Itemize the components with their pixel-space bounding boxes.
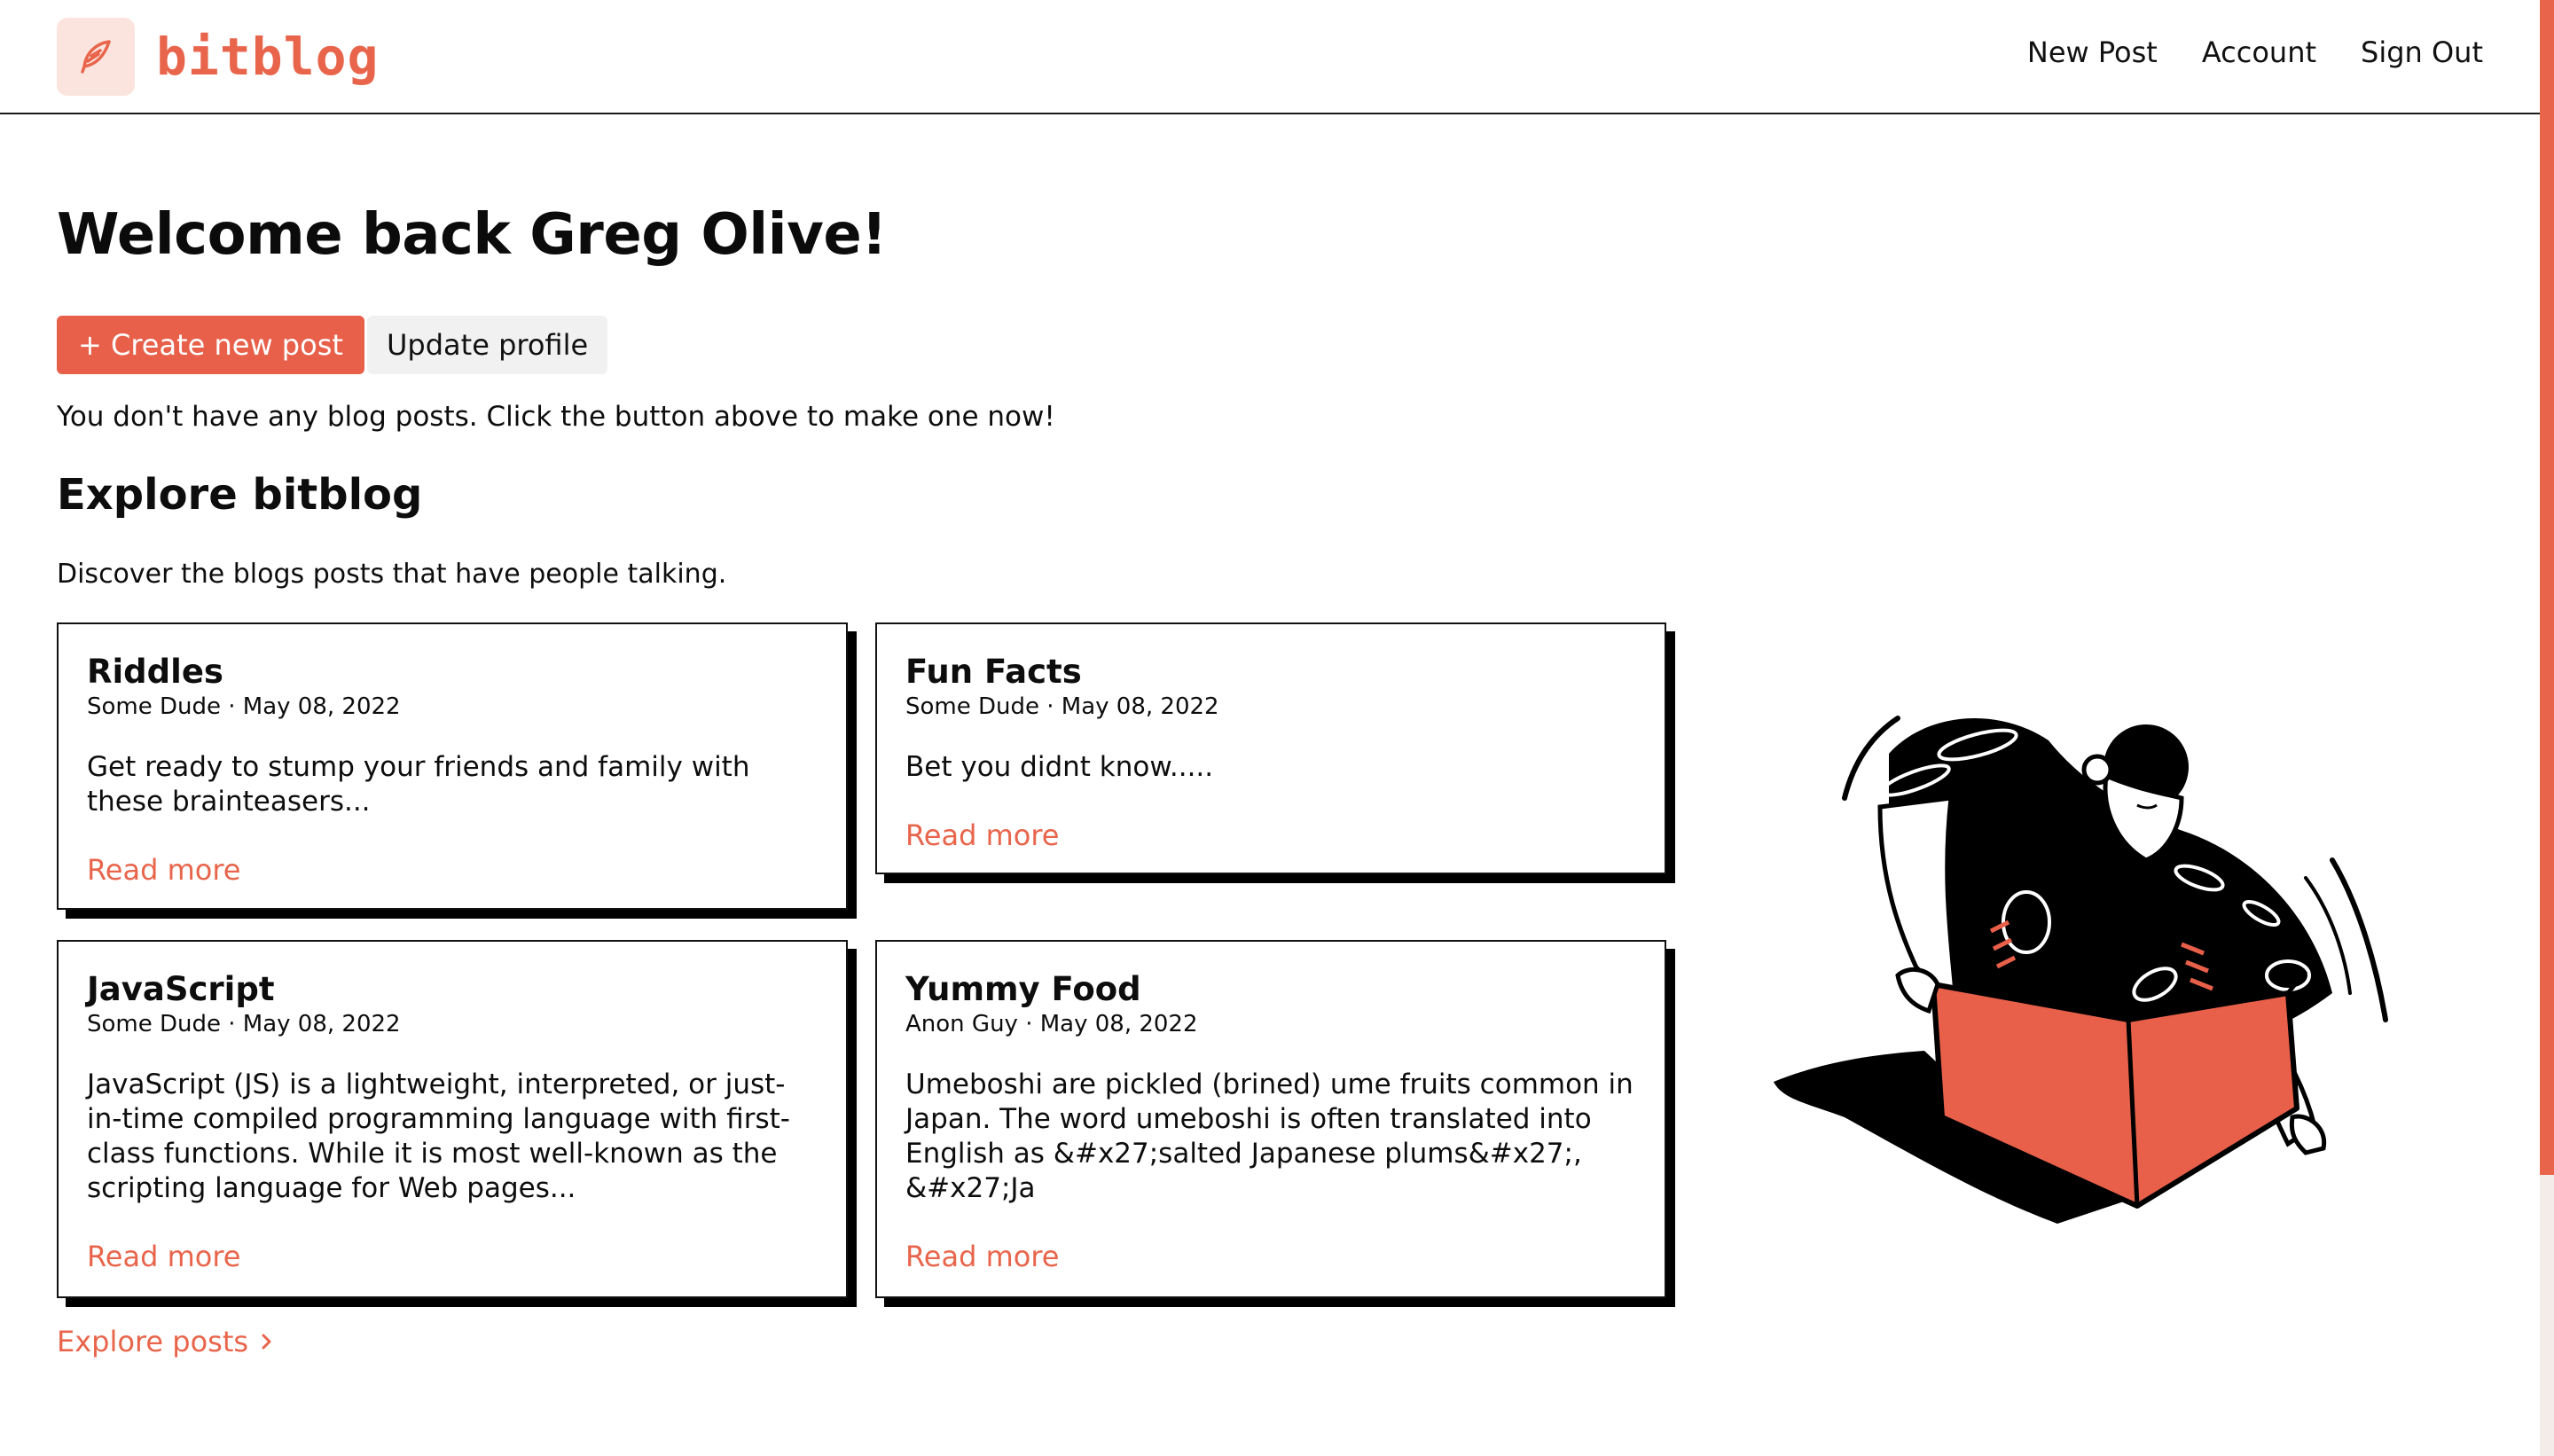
post-title: Yummy Food (905, 970, 1141, 1008)
site-header: bitblog New Post Account Sign Out (0, 0, 2540, 114)
read-more-link[interactable]: Read more (905, 818, 1059, 852)
post-card-fun-facts[interactable]: Fun Facts Some Dude · May 08, 2022 Bet y… (875, 622, 1666, 874)
chevron-right-icon (262, 1334, 271, 1350)
read-more-link[interactable]: Read more (87, 853, 240, 887)
explore-heading: Explore bitblog (57, 470, 423, 520)
post-meta: Anon Guy · May 08, 2022 (905, 1011, 1198, 1037)
post-title: JavaScript (87, 970, 275, 1008)
nav-new-post[interactable]: New Post (2027, 35, 2158, 69)
post-card-javascript[interactable]: JavaScript Some Dude · May 08, 2022 Java… (57, 940, 848, 1298)
post-card-riddles[interactable]: Riddles Some Dude · May 08, 2022 Get rea… (57, 622, 848, 910)
post-excerpt: Get ready to stump your friends and fami… (87, 751, 750, 818)
post-card-yummy-food[interactable]: Yummy Food Anon Guy · May 08, 2022 Umebo… (875, 940, 1666, 1298)
explore-subtitle: Discover the blogs posts that have peopl… (57, 559, 727, 590)
page-title: Welcome back Greg Olive! (57, 202, 887, 268)
post-meta: Some Dude · May 08, 2022 (87, 693, 401, 720)
post-excerpt: Umeboshi are pickled (brined) ume fruits… (905, 1069, 1633, 1204)
post-excerpt: JavaScript (JS) is a lightweight, interp… (87, 1069, 790, 1204)
person-with-box-illustration (1774, 716, 2388, 1224)
explore-posts-label: Explore posts (57, 1325, 249, 1358)
page: bitblog New Post Account Sign Out Welcom… (0, 0, 2554, 1456)
top-nav: New Post Account Sign Out (2027, 35, 2483, 69)
explore-posts-link[interactable]: Explore posts (57, 1325, 275, 1358)
post-title: Riddles (87, 653, 223, 691)
feather-icon (57, 18, 135, 96)
update-profile-button[interactable]: Update profile (367, 316, 608, 374)
nav-account[interactable]: Account (2202, 35, 2316, 69)
nav-sign-out[interactable]: Sign Out (2361, 35, 2483, 69)
post-excerpt: Bet you didnt know..... (905, 751, 1214, 783)
brand[interactable]: bitblog (57, 18, 379, 96)
empty-posts-message: You don't have any blog posts. Click the… (57, 401, 1055, 433)
brand-name: bitblog (156, 27, 380, 87)
post-meta: Some Dude · May 08, 2022 (905, 693, 1219, 720)
read-more-link[interactable]: Read more (87, 1240, 240, 1273)
scrollbar-thumb[interactable] (2540, 0, 2554, 1175)
post-meta: Some Dude · May 08, 2022 (87, 1011, 401, 1037)
read-more-link[interactable]: Read more (905, 1240, 1059, 1273)
create-post-button[interactable]: + Create new post (57, 316, 364, 374)
post-title: Fun Facts (905, 653, 1082, 691)
